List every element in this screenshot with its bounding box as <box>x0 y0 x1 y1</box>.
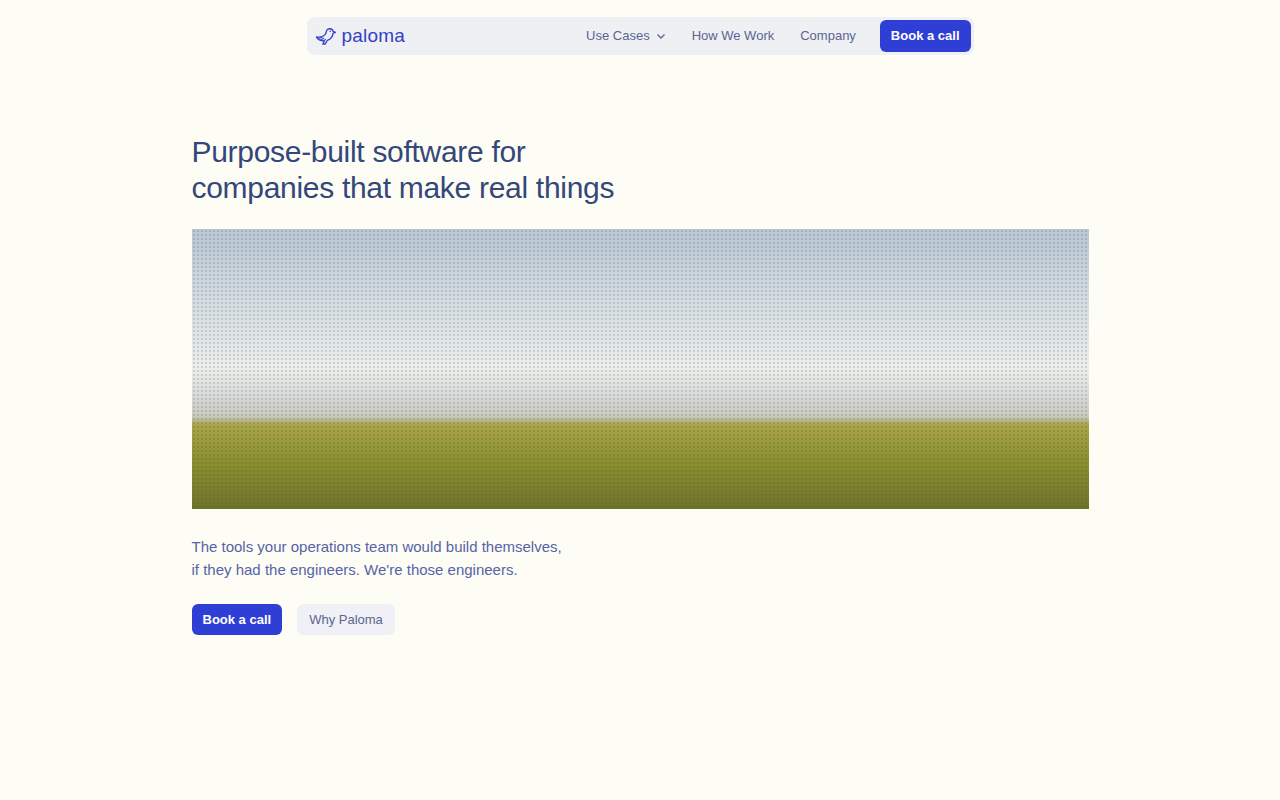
why-paloma-button[interactable]: Why Paloma <box>297 604 395 636</box>
nav-link[interactable]: Use Cases <box>586 26 666 46</box>
top-nav: paloma Use Cases How We Work Company Book … <box>307 17 974 55</box>
chevron-down-icon[interactable] <box>656 31 666 41</box>
header: paloma Use Cases How We Work Company Book … <box>0 0 1280 55</box>
nav-links: Use Cases How We Work Company <box>586 26 856 46</box>
nav-link[interactable]: Company <box>800 26 856 46</box>
book-call-button[interactable]: Book a call <box>192 604 283 636</box>
nav-link-label[interactable]: How We Work <box>692 26 775 46</box>
book-call-button[interactable]: Book a call <box>880 20 971 52</box>
nav-link-label[interactable]: Company <box>800 26 856 46</box>
hero-subtitle: The tools your operations team would bui… <box>192 535 1089 581</box>
logo-text[interactable]: paloma <box>342 22 406 51</box>
hero-actions: Book a call Why Paloma <box>192 604 1089 636</box>
nav-link-label[interactable]: Use Cases <box>586 26 650 46</box>
hero-subtitle-line: The tools your operations team would bui… <box>192 535 1089 558</box>
hero-subtitle-line: if they had the engineers. We're those e… <box>192 558 1089 581</box>
logo[interactable]: paloma <box>315 22 406 51</box>
hero-title: Purpose-built software forcompanies that… <box>192 134 1089 206</box>
nav-link[interactable]: How We Work <box>692 26 775 46</box>
hero: Purpose-built software forcompanies that… <box>192 134 1089 636</box>
pigeon-icon <box>315 26 337 46</box>
hero-title-line: Purpose-built software for <box>192 134 1089 170</box>
hero-title-line: companies that make real things <box>192 170 1089 206</box>
hero-photo <box>192 229 1089 509</box>
